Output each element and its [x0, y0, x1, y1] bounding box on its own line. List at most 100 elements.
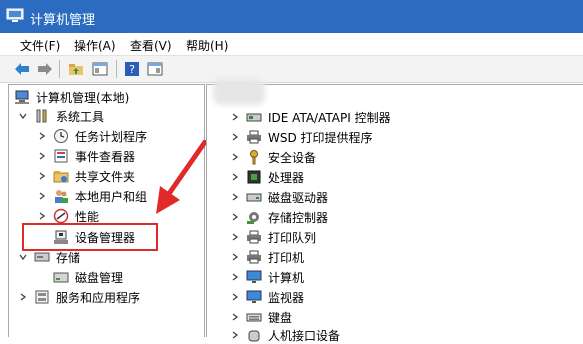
device-category-label: 计算机: [268, 270, 305, 285]
hid-icon: [246, 327, 262, 343]
chevron-right-icon[interactable]: [230, 192, 240, 202]
device-category-ide[interactable]: IDE ATA/ATAPI 控制器: [230, 108, 391, 126]
highlight-box: [22, 223, 158, 251]
chevron-right-icon[interactable]: [37, 171, 47, 181]
chevron-right-icon[interactable]: [18, 292, 28, 302]
chevron-right-icon[interactable]: [230, 272, 240, 282]
storage-icon: [34, 249, 50, 265]
menu-file[interactable]: 文件(F): [20, 37, 60, 54]
tools-icon: [34, 108, 50, 124]
clock-icon: [53, 128, 69, 144]
tree-item-label: 服务和应用程序: [56, 290, 141, 305]
services-icon: [34, 289, 50, 305]
up-folder-icon[interactable]: [66, 59, 86, 79]
title-bar: 计算机管理: [0, 0, 583, 33]
menu-help[interactable]: 帮助(H): [186, 37, 228, 54]
tree-item-disk-management[interactable]: 磁盘管理: [53, 268, 123, 286]
device-category-label: 存储控制器: [268, 210, 329, 225]
device-category-label: IDE ATA/ATAPI 控制器: [268, 110, 391, 125]
forward-icon[interactable]: [35, 59, 55, 79]
device-category-label: WSD 打印提供程序: [268, 130, 373, 145]
chevron-down-icon[interactable]: [18, 252, 28, 262]
tree-item-services-apps[interactable]: 服务和应用程序: [18, 288, 140, 306]
tree-item-event-viewer[interactable]: 事件查看器: [37, 147, 135, 165]
device-category-print-queues[interactable]: 打印队列: [230, 228, 316, 246]
chevron-right-icon[interactable]: [230, 330, 240, 340]
chevron-right-icon[interactable]: [37, 211, 47, 221]
show-hide-tree-icon[interactable]: [90, 59, 110, 79]
chevron-down-icon[interactable]: [18, 111, 28, 121]
device-category-label: 处理器: [268, 170, 305, 185]
device-category-hid[interactable]: 人机接口设备: [230, 326, 340, 344]
chevron-right-icon[interactable]: [230, 252, 240, 262]
device-category-processor[interactable]: 处理器: [230, 168, 304, 186]
device-category-label: 安全设备: [268, 150, 317, 165]
help-icon[interactable]: ?: [122, 59, 142, 79]
chevron-right-icon[interactable]: [230, 312, 240, 322]
computer-management-icon: [14, 89, 30, 105]
chevron-right-icon[interactable]: [230, 132, 240, 142]
device-category-wsd[interactable]: WSD 打印提供程序: [230, 128, 373, 146]
chevron-right-icon[interactable]: [230, 152, 240, 162]
chevron-right-icon[interactable]: [37, 151, 47, 161]
shared-folder-icon: [53, 168, 69, 184]
chevron-right-icon[interactable]: [230, 172, 240, 182]
annotation-arrow: [156, 140, 208, 214]
properties-icon[interactable]: [145, 59, 165, 79]
device-category-label: 磁盘驱动器: [268, 190, 329, 205]
chevron-right-icon[interactable]: [230, 292, 240, 302]
tree-item-label: 本地用户和组: [75, 189, 148, 204]
device-category-computer[interactable]: 计算机: [230, 268, 304, 286]
menu-bar: 文件(F) 操作(A) 查看(V) 帮助(H): [0, 33, 583, 56]
users-icon: [53, 188, 69, 204]
key-icon: [246, 149, 262, 165]
performance-icon: [53, 208, 69, 224]
computer-management-icon: [6, 8, 24, 24]
tree-item-local-users[interactable]: 本地用户和组: [37, 187, 147, 205]
tree-item-root[interactable]: 计算机管理(本地): [14, 88, 129, 106]
tree-item-label: 磁盘管理: [75, 270, 124, 285]
device-category-disk-drives[interactable]: 磁盘驱动器: [230, 188, 328, 206]
chevron-right-icon[interactable]: [230, 112, 240, 122]
toolbar-separator: [59, 60, 60, 78]
device-category-label: 键盘: [268, 310, 293, 325]
tree-item-task-scheduler[interactable]: 任务计划程序: [37, 127, 147, 145]
processor-icon: [246, 169, 262, 185]
blurred-computer-name: [213, 79, 265, 105]
disk-drive-icon: [246, 189, 262, 205]
chevron-right-icon[interactable]: [230, 212, 240, 222]
ide-controller-icon: [246, 109, 262, 125]
device-category-printers[interactable]: 打印机: [230, 248, 304, 266]
toolbar: ?: [0, 56, 583, 83]
disk-icon: [53, 269, 69, 285]
tree-item-label: 任务计划程序: [75, 129, 148, 144]
menu-action[interactable]: 操作(A): [74, 37, 116, 54]
device-category-storage-controllers[interactable]: 存储控制器: [230, 208, 328, 226]
monitor-icon: [246, 289, 262, 305]
svg-text:?: ?: [129, 63, 135, 76]
chevron-right-icon[interactable]: [37, 191, 47, 201]
toolbar-separator: [116, 60, 117, 78]
tree-item-label: 存储: [56, 250, 81, 265]
device-category-keyboards[interactable]: 键盘: [230, 308, 292, 326]
device-category-monitors[interactable]: 监视器: [230, 288, 304, 306]
device-category-label: 打印机: [268, 250, 305, 265]
keyboard-icon: [246, 309, 262, 325]
chevron-right-icon[interactable]: [230, 232, 240, 242]
chevron-right-icon[interactable]: [37, 131, 47, 141]
tree-item-system-tools[interactable]: 系统工具: [18, 107, 104, 125]
monitor-icon: [246, 269, 262, 285]
menu-view[interactable]: 查看(V): [130, 37, 172, 54]
back-icon[interactable]: [12, 59, 32, 79]
tree-item-label: 计算机管理(本地): [36, 90, 130, 105]
tree-item-shared-folders[interactable]: 共享文件夹: [37, 167, 135, 185]
device-category-label: 监视器: [268, 290, 305, 305]
tree-item-label: 性能: [75, 209, 100, 224]
tree-item-label: 共享文件夹: [75, 169, 136, 184]
printer-icon: [246, 229, 262, 245]
device-category-security[interactable]: 安全设备: [230, 148, 316, 166]
device-category-label: 人机接口设备: [268, 328, 341, 343]
printer-icon: [246, 249, 262, 265]
tree-item-label: 系统工具: [56, 109, 105, 124]
window-title: 计算机管理: [30, 13, 96, 28]
